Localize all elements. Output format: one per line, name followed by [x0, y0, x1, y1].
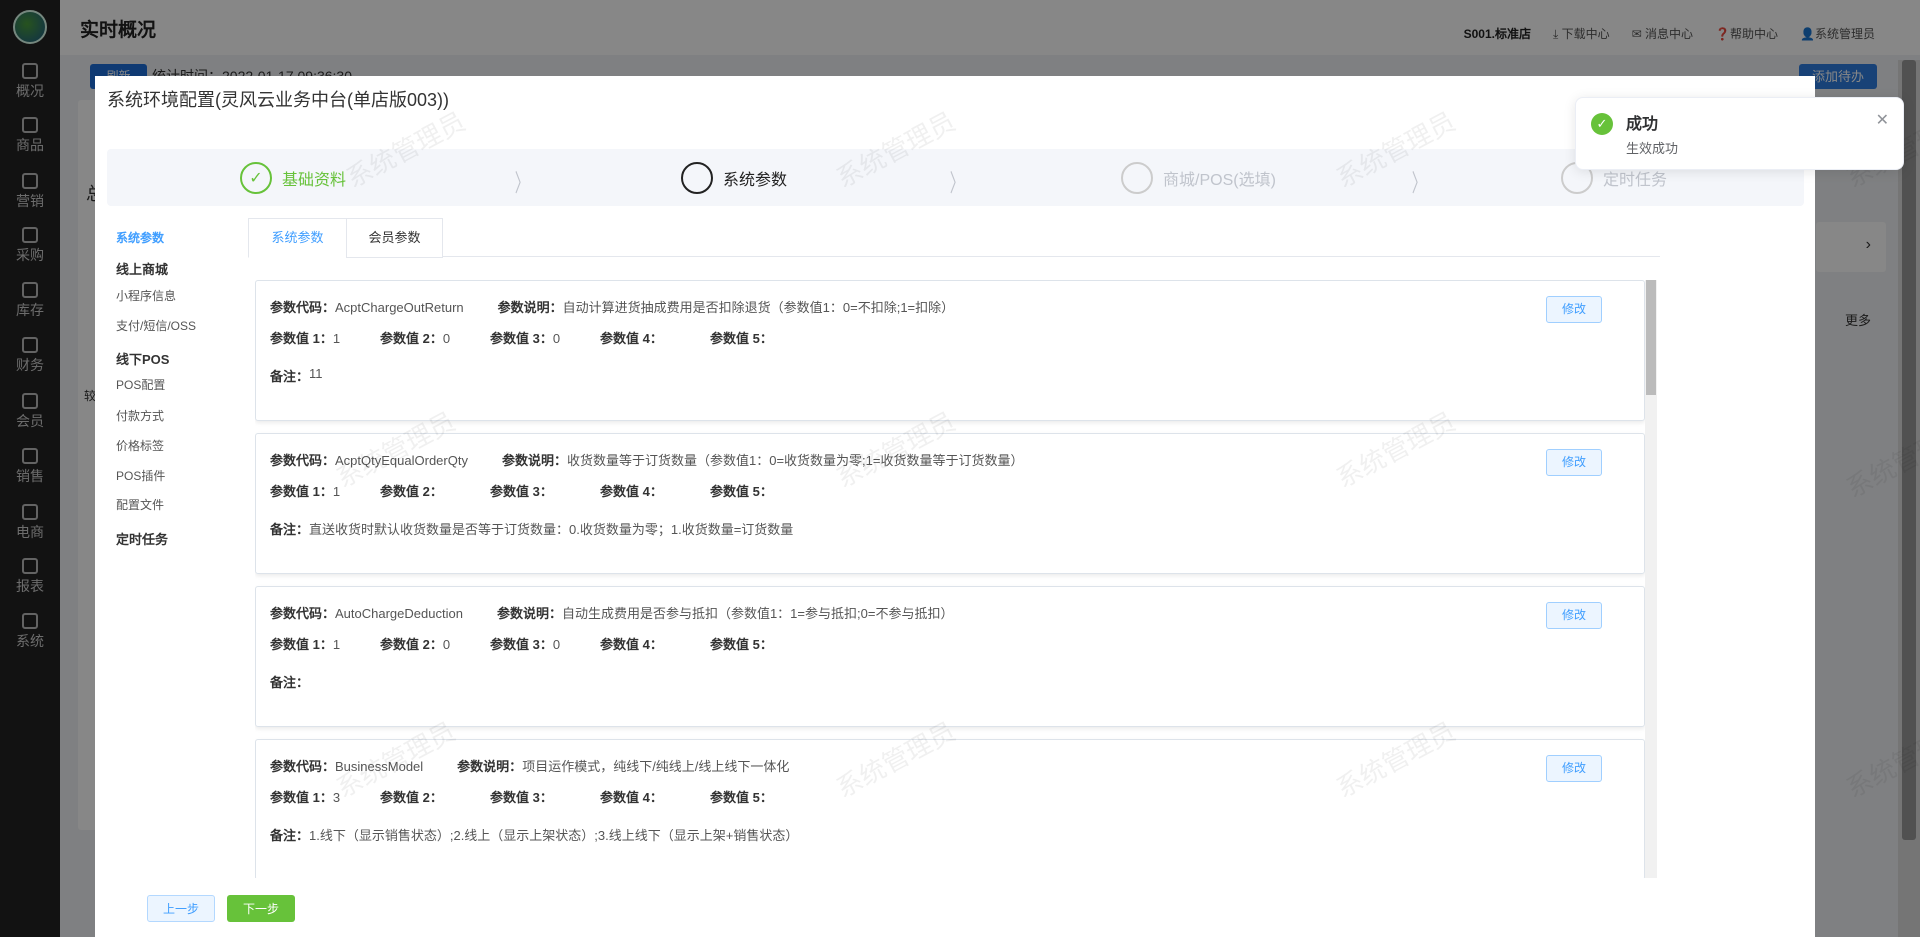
param-code: AutoChargeDeduction — [335, 606, 463, 621]
param-value-1: 1 — [332, 331, 341, 346]
param-desc: 项目运作模式，纯线下/纯线上/线上线下一体化 — [522, 759, 790, 774]
param-desc: 自动计算进货抽成费用是否扣除退货（参数值1：0=不扣除;1=扣除） — [562, 300, 955, 315]
param-code: AcptQtyEqualOrderQty — [335, 453, 468, 468]
param-value-1: 1 — [332, 637, 341, 652]
left-nav-item-10[interactable]: 定时任务 — [116, 529, 168, 548]
system-config-dialog: 系统环境配置(灵风云业务中台(单店版003)) ✓ 基础资料 〉 系统参数 〉 商… — [95, 76, 1815, 937]
chevron-right-icon: 〉 — [949, 170, 965, 197]
left-nav-item-2[interactable]: 小程序信息 — [116, 287, 176, 304]
param-note: 11 — [309, 366, 323, 381]
left-nav-item-0[interactable]: 系统参数 — [116, 229, 164, 246]
edit-button[interactable]: 修改 — [1546, 755, 1602, 782]
param-list-scrollbar[interactable] — [1645, 280, 1657, 878]
notification-message: 生效成功 — [1626, 141, 1679, 156]
param-value-3: 0 — [552, 331, 561, 346]
prev-step-button[interactable]: 上一步 — [147, 895, 215, 922]
chevron-right-icon: 〉 — [1411, 170, 1427, 197]
param-list: 参数代码：AcptChargeOutReturn 参数说明：自动计算进货抽成费用是… — [255, 280, 1657, 878]
notification-title: 成功 — [1626, 116, 1659, 133]
param-code: AcptChargeOutReturn — [335, 300, 464, 315]
edit-button[interactable]: 修改 — [1546, 602, 1602, 629]
step-mall-pos: 商城/POS(选填) — [1121, 162, 1276, 194]
step-circle-icon — [1121, 162, 1153, 194]
param-card: 参数代码：AcptChargeOutReturn 参数说明：自动计算进货抽成费用是… — [255, 280, 1645, 421]
param-value-2: 0 — [442, 637, 451, 652]
left-nav-item-5[interactable]: POS配置 — [116, 376, 165, 393]
dialog-title: 系统环境配置(灵风云业务中台(单店版003)) — [107, 90, 450, 110]
close-icon[interactable]: ✕ — [1876, 110, 1889, 130]
next-step-button[interactable]: 下一步 — [227, 895, 295, 922]
param-tabs: 系统参数 会员参数 — [248, 218, 1660, 258]
left-nav-item-1[interactable]: 线上商城 — [116, 259, 168, 278]
param-value-3: 0 — [552, 637, 561, 652]
success-check-icon: ✓ — [1591, 113, 1613, 135]
param-card: 参数代码：AutoChargeDeduction 参数说明：自动生成费用是否参与抵… — [255, 586, 1645, 727]
tab-member-params[interactable]: 会员参数 — [346, 218, 443, 258]
edit-button[interactable]: 修改 — [1546, 296, 1602, 323]
left-nav-item-7[interactable]: 价格标签 — [116, 437, 164, 454]
param-desc: 自动生成费用是否参与抵扣（参数值1：1=参与抵扣;0=不参与抵扣） — [561, 606, 954, 621]
param-code: BusinessModel — [335, 759, 424, 774]
param-note: 1.线下（显示销售状态）;2.线上（显示上架状态）;3.线上线下（显示上架+销售… — [309, 828, 799, 843]
left-nav-item-8[interactable]: POS插件 — [116, 467, 165, 484]
param-value-2: 0 — [442, 331, 451, 346]
edit-button[interactable]: 修改 — [1546, 449, 1602, 476]
param-desc: 收货数量等于订货数量（参数值1：0=收货数量为零;1=收货数量等于订货数量） — [566, 453, 1024, 468]
left-nav-item-4[interactable]: 线下POS — [116, 349, 169, 368]
param-value-1: 3 — [332, 790, 341, 805]
steps-bar: ✓ 基础资料 〉 系统参数 〉 商城/POS(选填) 〉 定时任务 — [107, 149, 1804, 206]
param-card: 参数代码：BusinessModel 参数说明：项目运作模式，纯线下/纯线上/线上… — [255, 739, 1645, 878]
step-circle-icon — [681, 162, 713, 194]
step-system-params: 系统参数 — [681, 162, 787, 194]
left-nav-item-3[interactable]: 支付/短信/OSS — [116, 317, 196, 334]
param-value-1: 1 — [332, 484, 341, 499]
tab-system-params[interactable]: 系统参数 — [248, 218, 347, 258]
left-nav-item-9[interactable]: 配置文件 — [116, 496, 164, 513]
check-icon: ✓ — [240, 162, 272, 194]
left-nav-item-6[interactable]: 付款方式 — [116, 407, 164, 424]
step-basic-info: ✓ 基础资料 — [240, 162, 346, 194]
param-card: 参数代码：AcptQtyEqualOrderQty 参数说明：收货数量等于订货数量… — [255, 433, 1645, 574]
param-note: 直送收货时默认收货数量是否等于订货数量：0.收货数量为零；1.收货数量=订货数量 — [309, 522, 794, 537]
chevron-right-icon: 〉 — [514, 170, 530, 197]
success-notification: ✓ 成功 生效成功 ✕ — [1575, 97, 1904, 170]
